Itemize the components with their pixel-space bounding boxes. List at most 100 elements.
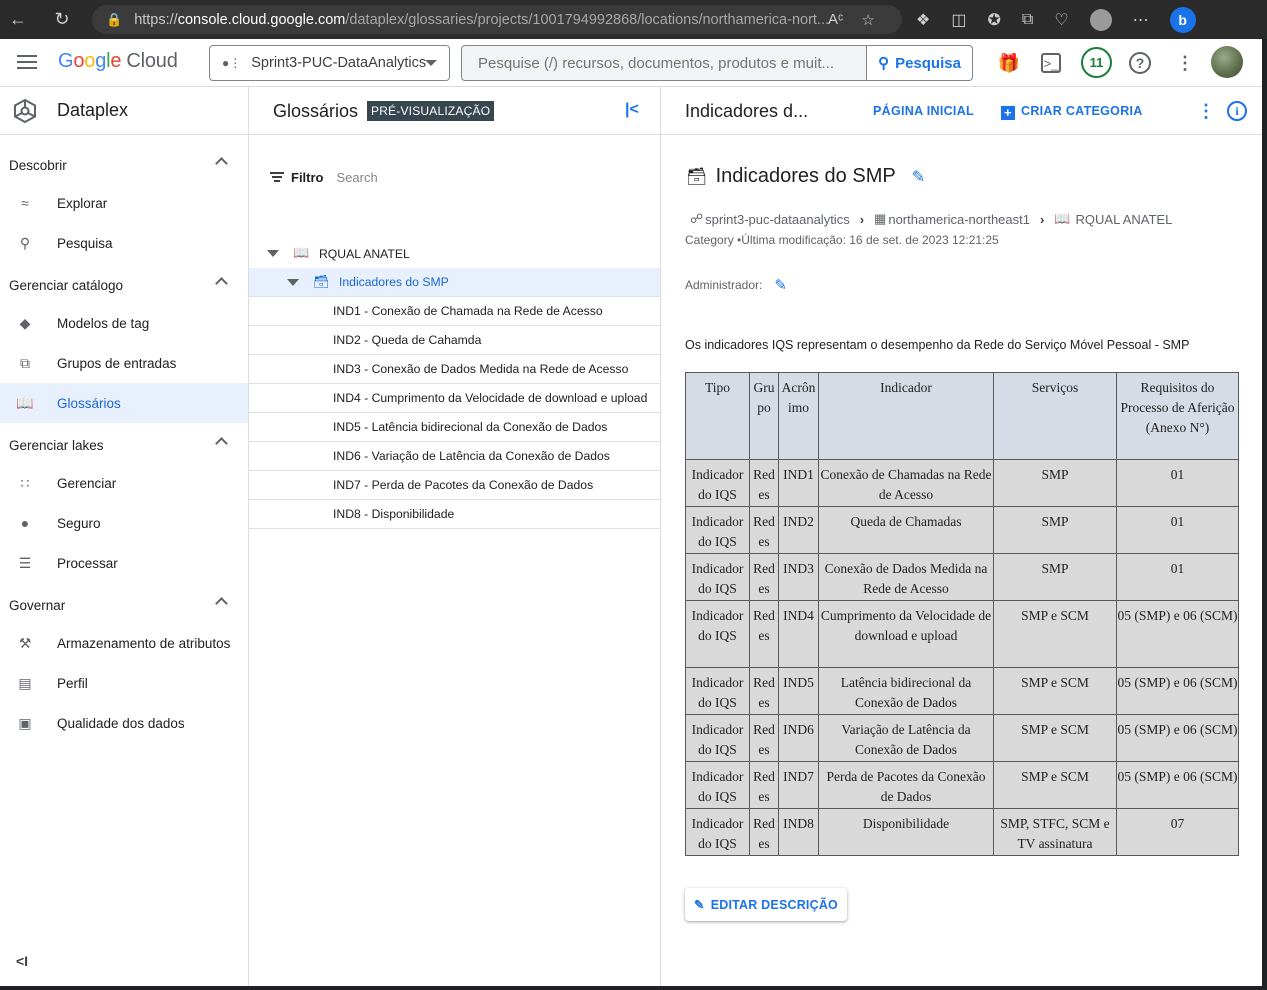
table-cell: IND7 bbox=[778, 761, 819, 809]
nav-item-glossarios[interactable]: 📖 Glossários bbox=[0, 383, 248, 423]
table-cell: Indicador do IQS bbox=[685, 600, 750, 668]
filter-label: Filtro bbox=[291, 170, 324, 185]
nav-item-seguro[interactable]: ● Seguro bbox=[0, 503, 248, 543]
tree-term-row[interactable]: IND2 - Queda de Cahamda bbox=[249, 326, 660, 355]
table-cell: Indicador do IQS bbox=[685, 553, 750, 601]
nav-section-governar[interactable]: Governar bbox=[0, 585, 248, 625]
table-cell: Indicador do IQS bbox=[685, 808, 750, 856]
tree-term-row[interactable]: IND7 - Perda de Pacotes da Conexão de Da… bbox=[249, 471, 660, 500]
expand-arrow-icon[interactable] bbox=[267, 250, 279, 257]
table-cell: IND8 bbox=[778, 808, 819, 856]
filter-bar[interactable]: Filtro Search bbox=[270, 170, 378, 185]
more-menu-icon[interactable]: ⋯ bbox=[1133, 10, 1149, 30]
add-icon: + bbox=[1001, 106, 1015, 120]
tree-root-glossary[interactable]: 📖 RQUAL ANATEL bbox=[249, 239, 660, 268]
chevron-right-icon: › bbox=[1039, 211, 1045, 227]
table-row: Indicador do IQS Red es IND5 Latência bidir… bbox=[685, 667, 1239, 715]
filter-input[interactable]: Search bbox=[337, 170, 378, 185]
favorite-star-icon[interactable]: ☆ bbox=[861, 11, 874, 29]
browser-toolbar: ← ↻ 🔒 https://console.cloud.google.com/d… bbox=[0, 0, 1267, 39]
table-cell: 05 (SMP) e 06 (SCM) bbox=[1116, 761, 1239, 809]
tree-term-row[interactable]: IND6 - Variação de Latência da Conexão d… bbox=[249, 442, 660, 471]
nav-item-pesquisa[interactable]: ⚲ Pesquisa bbox=[0, 223, 248, 263]
tree-term-row[interactable]: IND4 - Cumprimento da Velocidade de down… bbox=[249, 384, 660, 413]
quality-icon: ▣ bbox=[18, 714, 32, 731]
table-cell: Conexão de Dados Medida na Rede de Acess… bbox=[818, 553, 994, 601]
collapse-nav-icon[interactable]: <I bbox=[16, 953, 28, 969]
table-cell: IND2 bbox=[778, 506, 819, 554]
bing-icon[interactable]: b bbox=[1169, 6, 1196, 33]
home-link[interactable]: PÁGINA INICIAL bbox=[873, 104, 974, 118]
gift-icon[interactable]: 🎁 bbox=[997, 51, 1021, 75]
user-avatar[interactable] bbox=[1211, 46, 1243, 78]
breadcrumb-glossary[interactable]: RQUAL ANATEL bbox=[1076, 212, 1173, 227]
table-cell: Variação de Latência da Conexão de Dados bbox=[818, 714, 994, 762]
address-bar[interactable]: 🔒 https://console.cloud.google.com/datap… bbox=[92, 5, 902, 34]
column-header: Gru po bbox=[749, 372, 779, 460]
nav-item-armazenamento-de-atributos[interactable]: ⚒ Armazenamento de atributos bbox=[0, 623, 248, 663]
favorites-icon[interactable]: ✪ bbox=[987, 10, 1000, 30]
browser-profile-icon[interactable] bbox=[1089, 8, 1112, 31]
nav-item-explorar[interactable]: ≈ Explorar bbox=[0, 183, 248, 223]
search-input[interactable]: Pesquise (/) recursos, documentos, produ… bbox=[461, 45, 867, 81]
chevron-up-icon bbox=[215, 597, 228, 610]
reload-icon[interactable]: ↻ bbox=[44, 0, 80, 39]
notifications-badge[interactable]: 11 bbox=[1081, 47, 1112, 78]
read-aloud-icon[interactable]: Aᶜ bbox=[828, 11, 843, 28]
project-name: Sprint3-PUC-DataAnalytics bbox=[251, 55, 427, 71]
column-header: Acrôn imo bbox=[778, 372, 819, 460]
health-icon[interactable]: ♡ bbox=[1054, 10, 1068, 30]
search-button[interactable]: ⚲ Pesquisa bbox=[866, 45, 973, 81]
nav-section-gerenciar-lakes[interactable]: Gerenciar lakes bbox=[0, 425, 248, 465]
detail-pane: Indicadores d... PÁGINA INICIAL + CRIAR C… bbox=[661, 87, 1262, 986]
cloud-shell-icon[interactable]: >_ bbox=[1041, 53, 1061, 73]
main-menu-icon[interactable] bbox=[17, 52, 37, 72]
nav-item-modelos-de-tag[interactable]: ◆ Modelos de tag bbox=[0, 303, 248, 343]
tree-category-row[interactable]: 🗃 Indicadores do SMP bbox=[249, 268, 660, 297]
table-cell: Perda de Pacotes da Conexão de Dados bbox=[818, 761, 994, 809]
breadcrumb-location[interactable]: northamerica-northeast1 bbox=[888, 212, 1030, 227]
tree-term-row[interactable]: IND1 - Conexão de Chamada na Rede de Ace… bbox=[249, 297, 660, 326]
breadcrumb-project[interactable]: sprint3-puc-dataanalytics bbox=[705, 212, 850, 227]
url-domain: console.cloud.google.com bbox=[177, 11, 346, 28]
back-icon[interactable]: ← bbox=[0, 0, 36, 39]
table-cell: Red es bbox=[749, 459, 779, 507]
nav-item-processar[interactable]: ☰ Processar bbox=[0, 543, 248, 583]
tree-term-row[interactable]: IND3 - Conexão de Dados Medida na Rede d… bbox=[249, 355, 660, 384]
table-cell: 01 bbox=[1116, 553, 1239, 601]
nav-section-descobrir[interactable]: Descobrir bbox=[0, 145, 248, 185]
collapse-panel-icon[interactable]: |< bbox=[625, 101, 639, 119]
search-icon: ⚲ bbox=[19, 234, 31, 251]
nav-item-grupos-de-entradas[interactable]: ⧉ Grupos de entradas bbox=[0, 343, 248, 383]
category-description: Os indicadores IQS representam o desempe… bbox=[685, 338, 1190, 352]
expand-arrow-icon[interactable] bbox=[287, 279, 299, 286]
create-category-button[interactable]: + CRIAR CATEGORIA bbox=[1001, 104, 1143, 120]
extensions-icon[interactable]: ❖ bbox=[916, 10, 930, 30]
split-screen-icon[interactable]: ◫ bbox=[951, 10, 966, 30]
book-icon: 📖 bbox=[16, 394, 34, 411]
project-picker[interactable]: ●⋮ Sprint3-PUC-DataAnalytics bbox=[209, 45, 450, 81]
table-cell: Indicador do IQS bbox=[685, 714, 750, 762]
more-options-icon[interactable]: ⋮ bbox=[1197, 101, 1215, 122]
google-cloud-logo[interactable]: Google Cloud bbox=[58, 50, 178, 73]
tree-term-row[interactable]: IND5 - Latência bidirecional da Conexão … bbox=[249, 413, 660, 442]
edit-admin-icon[interactable]: ✎ bbox=[774, 276, 787, 294]
table-row: Indicador do IQS Red es IND4 Cumprimento da… bbox=[685, 600, 1239, 668]
edit-description-button[interactable]: ✎ EDITAR DESCRIÇÃO bbox=[685, 888, 847, 921]
chevron-up-icon bbox=[215, 437, 228, 450]
tree-term-row[interactable]: IND8 - Disponibilidade bbox=[249, 500, 660, 529]
collections-icon[interactable]: ⧉ bbox=[1022, 11, 1033, 29]
table-cell: SMP bbox=[993, 459, 1117, 507]
nav-item-qualidade-dos-dados[interactable]: ▣ Qualidade dos dados bbox=[0, 703, 248, 743]
table-cell: SMP, STFC, SCM e TV assinatura bbox=[993, 808, 1117, 856]
cloud-console: Google Cloud ●⋮ Sprint3-PUC-DataAnalytics… bbox=[0, 39, 1262, 986]
help-icon[interactable]: ? bbox=[1129, 52, 1151, 74]
nav-item-gerenciar[interactable]: ∷ Gerenciar bbox=[0, 463, 248, 503]
nav-section-gerenciar-catalogo[interactable]: Gerenciar catálogo bbox=[0, 265, 248, 305]
detail-header-title: Indicadores d... bbox=[685, 101, 809, 121]
page-title: Glossários bbox=[273, 101, 359, 121]
edit-title-icon[interactable]: ✎ bbox=[912, 167, 925, 187]
nav-item-perfil[interactable]: ▤ Perfil bbox=[0, 663, 248, 703]
more-options-icon[interactable]: ⋮ bbox=[1173, 51, 1197, 75]
info-icon[interactable]: i bbox=[1227, 101, 1247, 121]
